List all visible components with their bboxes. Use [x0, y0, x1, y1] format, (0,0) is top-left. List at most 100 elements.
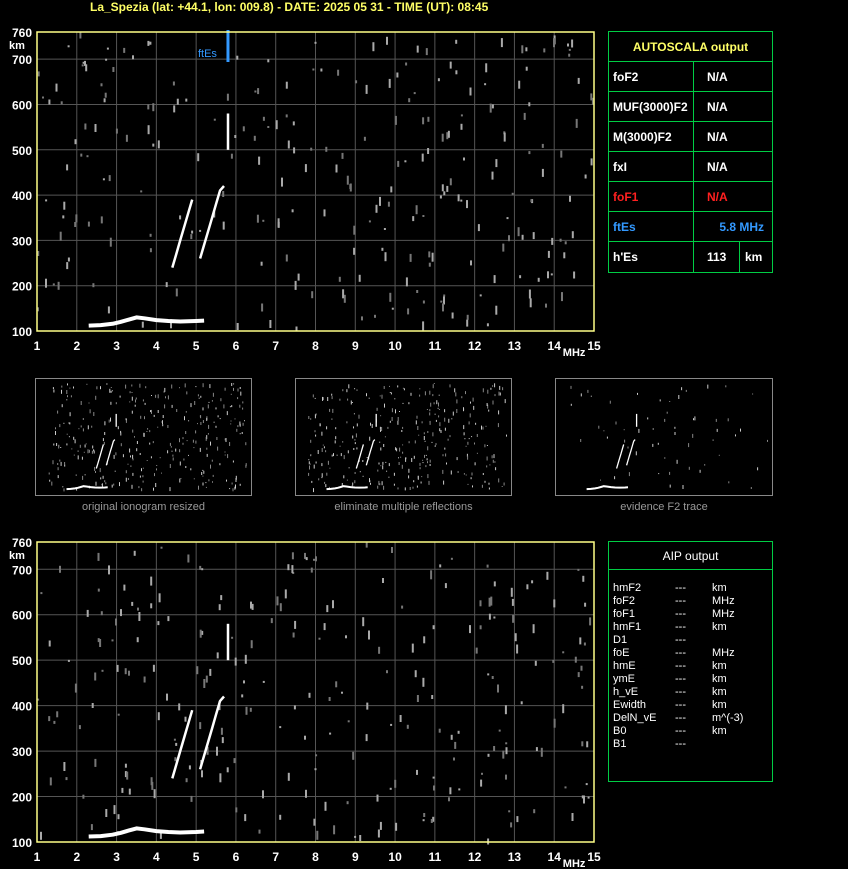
- noise-speck: [589, 617, 592, 626]
- aip-row-value: ---: [675, 660, 686, 672]
- thumb-speck: [88, 449, 90, 453]
- thumb-speck: [122, 454, 124, 458]
- noise-speck: [466, 314, 469, 320]
- aip-row-param: Ewidth: [613, 699, 647, 711]
- thumb-speck: [142, 399, 144, 402]
- noise-speck: [412, 216, 415, 222]
- thumb-speck: [486, 456, 488, 461]
- thumb-speck: [426, 458, 428, 461]
- x-tick-label: 15: [587, 850, 601, 864]
- thumb-speck: [623, 429, 625, 431]
- noise-speck: [124, 668, 127, 675]
- thumb-speck: [115, 402, 117, 405]
- thumb-speck: [399, 411, 400, 412]
- thumb-speck: [185, 466, 187, 468]
- thumb-speck: [234, 418, 236, 420]
- noise-speck: [519, 275, 522, 279]
- thumb-speck: [142, 480, 144, 483]
- noise-speck: [531, 580, 534, 584]
- noise-speck: [121, 787, 124, 793]
- noise-speck: [387, 201, 390, 207]
- noise-speck: [304, 735, 306, 740]
- thumb-speck: [154, 473, 155, 477]
- thumb-speck: [504, 399, 506, 404]
- noise-speck: [253, 135, 256, 141]
- thumb-speck: [635, 451, 637, 456]
- noise-speck: [57, 281, 60, 290]
- thumb-speck: [331, 454, 333, 457]
- noise-speck: [383, 228, 386, 230]
- thumb-speck: [455, 392, 457, 397]
- noise-speck: [374, 314, 376, 318]
- aip-row-b1: B1 ---: [613, 738, 771, 751]
- thumb-speck: [231, 482, 233, 485]
- thumb-speck: [444, 447, 446, 450]
- noise-speck: [481, 772, 483, 775]
- thumb-speck: [151, 409, 152, 414]
- thumb-speck: [308, 472, 310, 476]
- aip-row-param: D1: [613, 634, 628, 646]
- noise-speck: [285, 254, 288, 262]
- noise-speck: [441, 184, 444, 192]
- thumb-speck: [309, 465, 310, 470]
- thumb-speck: [489, 464, 491, 466]
- autoscala-row-m3000f2: M(3000)F2 N/A: [609, 122, 772, 152]
- thumb-speck: [481, 484, 483, 488]
- aip-row-unit: km: [712, 686, 727, 698]
- thumb-speck: [346, 389, 348, 393]
- thumb-speck: [161, 421, 163, 423]
- noise-speck: [341, 152, 344, 159]
- noise-speck: [386, 670, 388, 674]
- noise-speck: [310, 567, 313, 573]
- noise-speck: [97, 552, 100, 561]
- thumb-speck: [127, 463, 129, 465]
- noise-speck: [338, 276, 341, 282]
- thumb-speck: [198, 485, 199, 490]
- x-tick-label: 3: [113, 850, 120, 864]
- thumb-speck: [400, 456, 402, 458]
- thumb-speck: [104, 432, 106, 435]
- noise-speck: [355, 80, 358, 84]
- noise-speck: [427, 148, 430, 154]
- thumb-speck: [429, 459, 431, 463]
- thumb-speck: [416, 415, 418, 419]
- thumb-speck: [476, 434, 478, 437]
- thumb-speck: [169, 487, 171, 492]
- noise-speck: [66, 262, 69, 270]
- aip-row-value: ---: [675, 725, 686, 737]
- noise-speck: [287, 140, 290, 149]
- noise-speck: [48, 640, 51, 647]
- noise-speck: [199, 722, 202, 730]
- thumb-speck: [244, 420, 245, 422]
- noise-speck: [152, 664, 155, 672]
- noise-speck: [293, 705, 296, 710]
- thumb-speck: [66, 433, 68, 435]
- thumb-speck: [490, 387, 492, 390]
- noise-speck: [505, 742, 508, 745]
- thumb-speck: [200, 422, 202, 425]
- aip-row-param: ymE: [613, 673, 635, 685]
- thumb-speck: [470, 401, 471, 404]
- noise-speck: [175, 742, 178, 746]
- noise-speck: [516, 816, 519, 823]
- noise-speck: [502, 750, 505, 759]
- noise-speck: [82, 794, 85, 799]
- noise-speck: [285, 114, 288, 118]
- thumb-speck: [321, 473, 323, 478]
- noise-speck: [485, 63, 488, 73]
- noise-speck: [504, 705, 507, 715]
- thumb-speck: [207, 404, 209, 409]
- thumb-speck: [171, 450, 173, 452]
- autoscala-row-label: ftEs: [613, 220, 636, 234]
- thumb-speck: [169, 464, 171, 468]
- noise-speck: [107, 306, 110, 314]
- thumb-speck: [226, 479, 227, 482]
- thumb-speck: [331, 396, 333, 400]
- thumb-speck: [408, 402, 410, 405]
- noise-speck: [279, 726, 282, 729]
- thumb-speck: [192, 439, 194, 443]
- thumb-speck: [220, 398, 222, 402]
- thumb-speck: [658, 473, 660, 475]
- y-tick-label: 760: [12, 536, 32, 550]
- thumb-speck: [200, 415, 202, 419]
